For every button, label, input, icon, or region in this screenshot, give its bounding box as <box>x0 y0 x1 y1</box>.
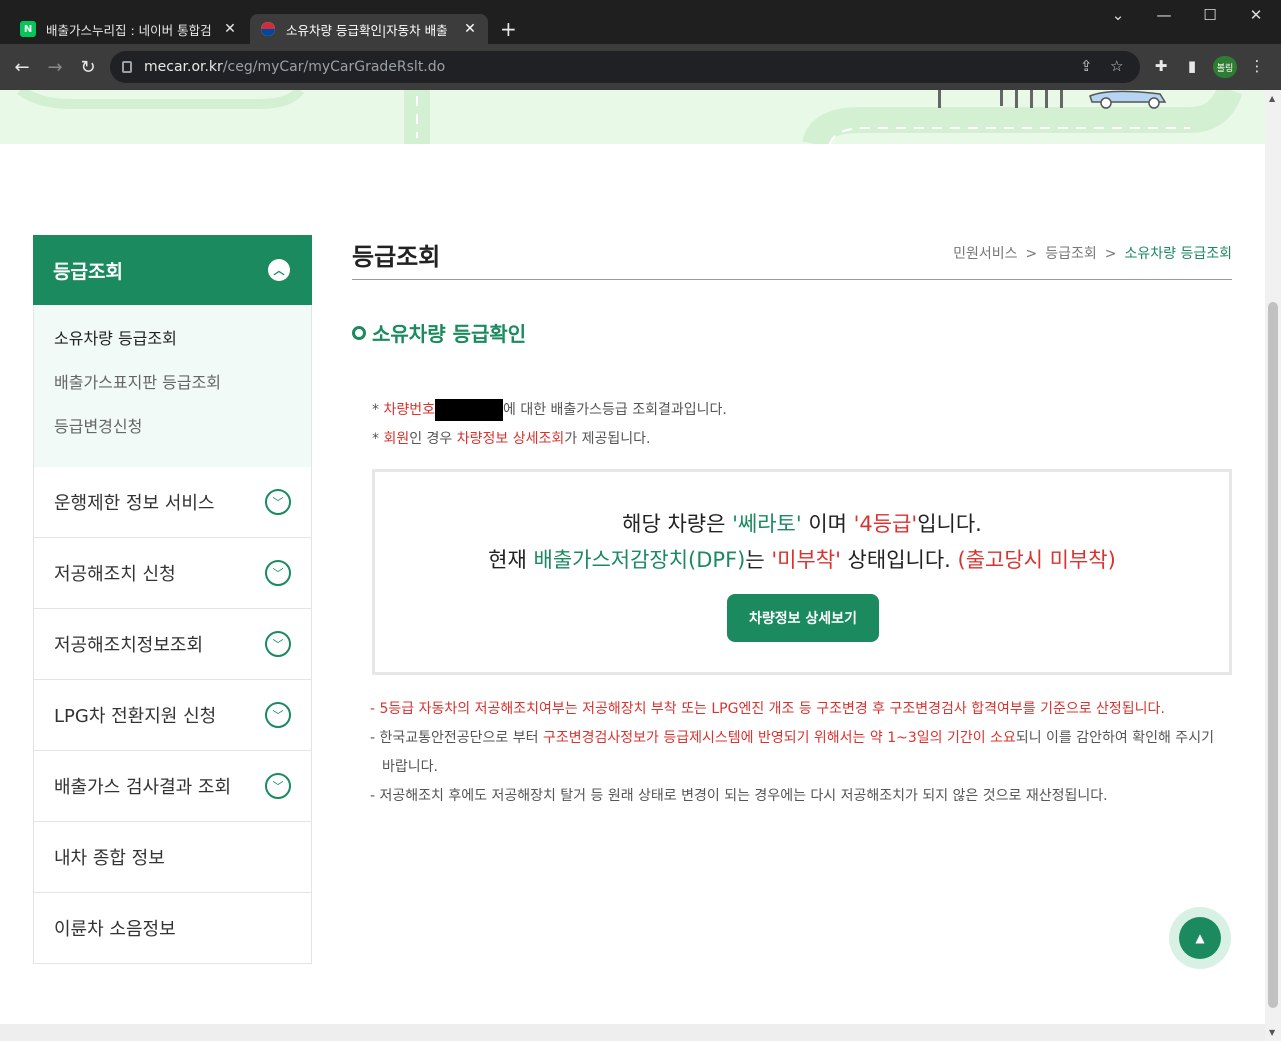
breadcrumb-item[interactable]: 민원서비스 <box>953 246 1017 262</box>
footnote-reflection-time: - 한국교통안전공단으로 부터 구조변경검사정보가 등급제시스템에 반영되기 위… <box>370 730 1214 775</box>
breadcrumb-separator: > <box>1104 246 1117 262</box>
sidebar-item-label: 내차 종합 정보 <box>54 848 165 869</box>
grade-result-box: 해당 차량은 '쎄라토' 이며 '4등급'입니다. 현재 배출가스저감장치(DP… <box>372 469 1232 675</box>
chevron-down-icon[interactable]: ﹀ <box>265 489 291 515</box>
back-arrow-icon[interactable]: ← <box>10 55 34 79</box>
main-content: 등급조회 민원서비스 > 등급조회 > 소유차량 등급조회 소유차량 등급확인 * 차량… <box>352 235 1232 804</box>
browser-tab-naver[interactable]: N 배출가스누리집 : 네이버 통합검 ✕ <box>10 14 248 44</box>
share-icon[interactable]: ⇪ <box>1080 57 1093 75</box>
close-tab-icon[interactable]: ✕ <box>462 21 478 37</box>
taegeuk-favicon-icon <box>260 21 276 37</box>
lock-icon <box>122 61 132 73</box>
scroll-down-arrow-icon[interactable]: ▼ <box>1269 1028 1275 1037</box>
sidebar-subitem-my-car-grade[interactable]: 소유차량 등급조회 <box>54 325 311 369</box>
vehicle-detail-button[interactable]: 차량정보 상세보기 <box>727 594 879 642</box>
sidebar-subitem-sign-grade[interactable]: 배출가스표지판 등급조회 <box>54 369 311 413</box>
breadcrumb-item[interactable]: 등급조회 <box>1045 246 1097 262</box>
page-title: 등급조회 <box>352 242 441 271</box>
dpf-status-line: 현재 배출가스저감장치(DPF)는 '미부착' 상태입니다. (출고당시 미부착… <box>488 548 1116 572</box>
sidebar-item-emission-test[interactable]: 배출가스 검사결과 조회 ﹀ <box>33 751 312 822</box>
maximize-button[interactable]: ☐ <box>1187 0 1233 30</box>
page-scrollbar[interactable]: ▲ ▼ <box>1265 90 1281 1041</box>
section-title-text: 소유차량 등급확인 <box>372 322 527 346</box>
scroll-top-button[interactable]: ▲ <box>1169 907 1231 969</box>
chevron-down-icon[interactable]: ﹀ <box>265 773 291 799</box>
grade-result-line: 해당 차량은 '쎄라토' 이며 '4등급'입니다. <box>622 512 982 536</box>
browser-tab-bar: N 배출가스누리집 : 네이버 통합검 ✕ 소유차량 등급확인|자동차 배출 ✕… <box>0 0 1281 44</box>
sidebar-item-driving-restriction[interactable]: 운행제한 정보 서비스 ﹀ <box>33 467 312 538</box>
sidebar-item-low-emission-info[interactable]: 저공해조치정보조회 ﹀ <box>33 609 312 680</box>
car-model: '쎄라토' <box>732 512 802 536</box>
footnote-reassessment: - 저공해조치 후에도 저공해장치 탈거 등 원래 상태로 변경이 되는 경우에… <box>370 788 1108 804</box>
extensions-puzzle-icon[interactable]: ✚ <box>1149 54 1173 78</box>
tab-title: 배출가스누리집 : 네이버 통합검 <box>46 22 212 38</box>
sidebar-header-label: 등급조회 <box>53 260 123 283</box>
url-path: /ceg/myCar/myCarGradeRslt.do <box>222 59 446 75</box>
sidebar-item-my-car-info[interactable]: 내차 종합 정보 <box>33 822 312 893</box>
breadcrumb-separator: > <box>1025 246 1038 262</box>
menu-kebab-icon[interactable]: ⋮ <box>1245 54 1269 78</box>
sidebar-nav: 등급조회 ︿ 소유차량 등급조회 배출가스표지판 등급조회 등급변경신청 운행제… <box>33 235 312 964</box>
scrollbar-thumb[interactable] <box>1268 302 1278 1008</box>
note-plate-number: * 차량번호 에 대한 배출가스등급 조회결과입니다. <box>372 396 727 425</box>
sidebar-item-label: 이륜차 소음정보 <box>54 919 176 940</box>
tab-title: 소유차량 등급확인|자동차 배출 <box>286 22 448 38</box>
sidebar-item-low-emission-apply[interactable]: 저공해조치 신청 ﹀ <box>33 538 312 609</box>
sidebar-item-motorcycle-noise[interactable]: 이륜차 소음정보 <box>33 893 312 964</box>
url-host: mecar.or.kr <box>144 59 223 75</box>
sidebar-item-label: 배출가스 검사결과 조회 <box>54 777 232 798</box>
naver-favicon-icon: N <box>20 21 36 37</box>
chevron-up-icon[interactable]: ︿ <box>268 259 290 281</box>
close-tab-icon[interactable]: ✕ <box>222 21 238 37</box>
note-member: * 회원인 경우 차량정보 상세조회가 제공됩니다. <box>372 431 651 447</box>
result-notes: * 차량번호 에 대한 배출가스등급 조회결과입니다. * 회원인 경우 차량정보… <box>372 396 727 454</box>
breadcrumb-current: 소유차량 등급조회 <box>1124 246 1233 262</box>
bullet-ring-icon <box>352 325 366 340</box>
sidebar-item-label: 운행제한 정보 서비스 <box>54 493 215 514</box>
chevron-down-icon[interactable]: ﹀ <box>265 560 291 586</box>
footer-band <box>0 1024 1265 1041</box>
breadcrumb: 민원서비스 > 등급조회 > 소유차량 등급조회 <box>953 243 1232 263</box>
scroll-up-arrow-icon[interactable]: ▲ <box>1269 94 1275 103</box>
sidebar-header[interactable]: 등급조회 ︿ <box>33 235 312 305</box>
browser-toolbar: ← → ↻ mecar.or.kr /ceg/myCar/myCarGradeR… <box>0 44 1281 90</box>
chevron-down-icon[interactable]: ﹀ <box>265 631 291 657</box>
sidebar-subitem-grade-change[interactable]: 등급변경신청 <box>54 413 311 457</box>
sidebar-item-label: 저공해조치정보조회 <box>54 635 204 656</box>
browser-tab-mecar[interactable]: 소유차량 등급확인|자동차 배출 ✕ <box>250 14 488 44</box>
sidebar-item-label: 저공해조치 신청 <box>54 564 176 585</box>
chevron-down-icon[interactable]: ﹀ <box>265 702 291 728</box>
section-title: 소유차량 등급확인 <box>352 318 526 347</box>
side-panel-icon[interactable]: ▮ <box>1180 54 1204 78</box>
address-bar[interactable]: mecar.or.kr /ceg/myCar/myCarGradeRslt.do… <box>110 51 1140 83</box>
sidebar-item-lpg-conversion[interactable]: LPG차 전환지원 신청 ﹀ <box>33 680 312 751</box>
hero-banner <box>0 90 1265 148</box>
page-viewport: 등급조회 ︿ 소유차량 등급조회 배출가스표지판 등급조회 등급변경신청 운행제… <box>0 90 1265 1041</box>
reload-icon[interactable]: ↻ <box>76 55 100 79</box>
title-row: 등급조회 민원서비스 > 등급조회 > 소유차량 등급조회 <box>352 235 1232 280</box>
sidebar-item-label: LPG차 전환지원 신청 <box>54 706 217 727</box>
bookmark-star-icon[interactable]: ☆ <box>1110 57 1123 75</box>
new-tab-button[interactable]: + <box>500 17 517 41</box>
emission-grade: '4등급' <box>853 512 918 536</box>
dpf-status: '미부착' <box>771 548 841 572</box>
tab-search-icon[interactable]: ⌄ <box>1095 0 1141 30</box>
minimize-button[interactable]: — <box>1141 0 1187 30</box>
close-window-button[interactable]: ✕ <box>1233 0 1279 30</box>
footnotes: - 5등급 자동차의 저공해조치여부는 저공해장치 부착 또는 LPG엔진 개조… <box>370 695 1220 811</box>
redacted-plate <box>434 399 503 421</box>
footnote-grade5: - 5등급 자동차의 저공해조치여부는 저공해장치 부착 또는 LPG엔진 개조… <box>370 701 1165 717</box>
arrow-up-icon: ▲ <box>1179 917 1221 959</box>
road-illustration <box>17 90 1243 148</box>
forward-arrow-icon[interactable]: → <box>43 55 67 79</box>
sidebar-submenu: 소유차량 등급조회 배출가스표지판 등급조회 등급변경신청 <box>33 305 312 467</box>
profile-avatar[interactable]: 볼링 <box>1213 56 1237 78</box>
